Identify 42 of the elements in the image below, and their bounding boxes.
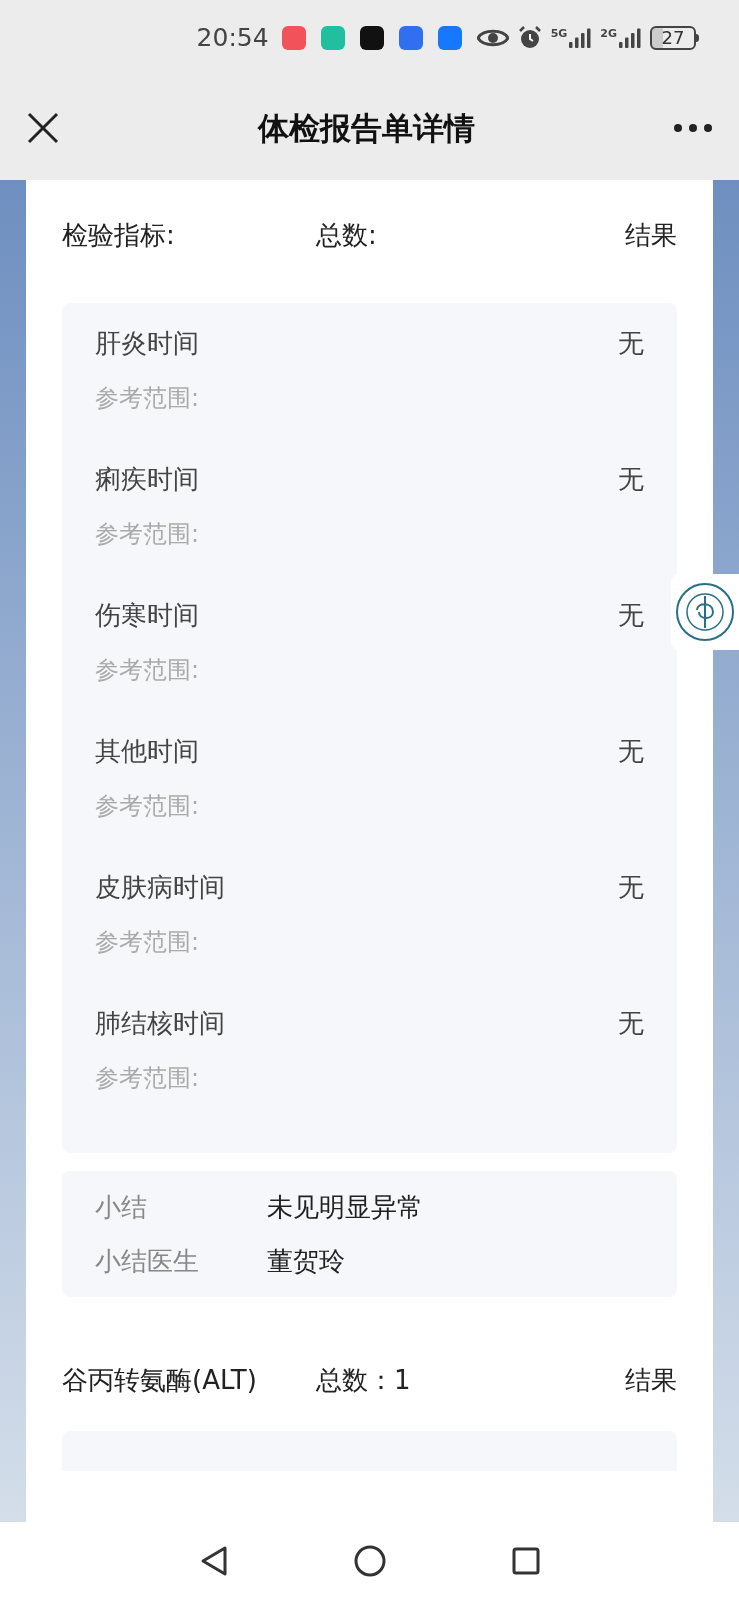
status-time: 20:54: [196, 22, 269, 55]
reference-range: 参考范围:: [95, 655, 201, 685]
reference-range: 参考范围:: [95, 927, 201, 957]
section-title: 谷丙转氨酶(ALT): [62, 1364, 258, 1397]
indicator-name: 痢疾时间: [95, 463, 199, 495]
back-icon[interactable]: [199, 1545, 228, 1577]
network-label: 2G: [600, 28, 641, 48]
battery-icon: 27: [650, 26, 699, 50]
close-icon[interactable]: [26, 111, 60, 145]
indicator-value: 无: [618, 327, 644, 359]
result-label: 结果: [625, 219, 677, 252]
indicator-name: 其他时间: [95, 735, 199, 767]
reference-range: 参考范围:: [95, 519, 201, 549]
summary-value: 未见明显异常: [267, 1191, 423, 1223]
indicator-name: 肺结核时间: [95, 1007, 225, 1039]
reference-range: 参考范围:: [95, 383, 201, 413]
indicator-name: 伤寒时间: [95, 599, 199, 631]
section-title: 检验指标:: [62, 219, 176, 252]
summary-label: 小结医生: [95, 1245, 200, 1277]
summary-label: 小结: [95, 1191, 148, 1223]
indicator-name: 皮肤病时间: [95, 871, 225, 903]
indicator-value: 无: [618, 735, 644, 767]
summary-value: 董贺玲: [267, 1245, 345, 1277]
reference-range: 参考范围:: [95, 791, 201, 821]
eye-icon: [476, 27, 509, 49]
reference-range: 参考范围:: [95, 1063, 201, 1093]
home-icon[interactable]: [353, 1545, 386, 1577]
result-label: 结果: [625, 1363, 677, 1397]
indicator-value: 无: [618, 463, 644, 495]
indicator-value: 无: [618, 871, 644, 903]
signal-icon: [619, 28, 641, 48]
indicator-value: 无: [618, 1007, 644, 1039]
indicator-name: 肝炎时间: [95, 327, 199, 359]
indicator-value: 无: [618, 599, 644, 631]
signal-icon: [569, 28, 592, 48]
alarm-icon: [517, 26, 542, 50]
page-title: 体检报告单详情: [256, 108, 476, 148]
network-label: 5G: [550, 28, 592, 48]
total-count: 总数:: [315, 219, 378, 252]
recents-icon[interactable]: [511, 1547, 540, 1575]
total-count: 总数：1: [315, 1363, 412, 1397]
more-icon[interactable]: [673, 123, 713, 133]
